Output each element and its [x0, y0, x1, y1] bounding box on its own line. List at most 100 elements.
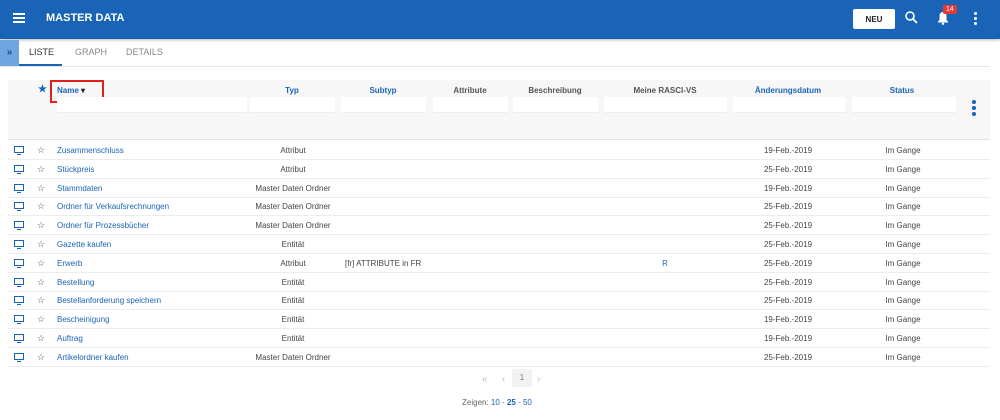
table-row[interactable]: ☆ Ordner für Verkaufsrechnungen Master D… [8, 197, 990, 217]
row-status: Im Gange [885, 202, 921, 212]
beschreibung-filter-input[interactable] [513, 97, 598, 113]
row-name-link[interactable]: Bescheinigung [57, 315, 109, 324]
row-typ: Entität [281, 277, 305, 287]
notification-badge: 14 [943, 5, 957, 14]
row-name-link[interactable]: Gazette kaufen [57, 240, 111, 249]
favorite-star-icon[interactable]: ☆ [37, 295, 45, 306]
column-header-typ[interactable]: Typ [272, 86, 312, 95]
monitor-icon[interactable] [14, 146, 24, 157]
page-1-button[interactable]: 1 [512, 369, 532, 387]
row-typ: Master Daten Ordner [255, 183, 331, 193]
typ-filter-input[interactable] [250, 97, 335, 113]
hamburger-menu-icon[interactable] [13, 13, 25, 23]
monitor-icon[interactable] [14, 315, 24, 326]
column-options-icon[interactable] [972, 100, 976, 118]
monitor-icon[interactable] [14, 221, 24, 232]
new-button[interactable]: NEU [853, 9, 895, 29]
monitor-icon[interactable] [14, 240, 24, 251]
row-name-link[interactable]: Stückpreis [57, 165, 94, 174]
row-name-link[interactable]: Ordner für Verkaufsrechnungen [57, 202, 169, 211]
table-row[interactable]: ☆ Auftrag Entität 19-Feb.-2019 Im Gange [8, 329, 990, 348]
expand-sidebar-button[interactable]: » [0, 40, 19, 66]
row-name-link[interactable]: Bestellung [57, 278, 94, 287]
page-size-10[interactable]: 10 [491, 398, 500, 407]
column-header-subtyp[interactable]: Subtyp [355, 86, 411, 95]
favorite-star-icon[interactable]: ☆ [37, 314, 45, 325]
row-typ: Master Daten Ordner [255, 352, 331, 362]
favorite-star-icon[interactable]: ☆ [37, 277, 45, 288]
row-name-link[interactable]: Zusammenschluss [57, 146, 124, 155]
row-name-link[interactable]: Artikelordner kaufen [57, 353, 129, 362]
favorite-star-icon[interactable]: ☆ [37, 220, 45, 231]
table-row[interactable]: ☆ Gazette kaufen Entität 25-Feb.-2019 Im… [8, 235, 990, 254]
monitor-icon[interactable] [14, 334, 24, 345]
row-name-link[interactable]: Erwerb [57, 259, 82, 268]
row-name-link[interactable]: Bestellanforderung speichern [57, 296, 161, 305]
monitor-icon[interactable] [14, 183, 24, 195]
row-name-link[interactable]: Stammdaten [57, 184, 102, 193]
row-name-link[interactable]: Auftrag [57, 334, 83, 343]
row-date: 25-Feb.-2019 [763, 258, 813, 268]
page-title: MASTER DATA [46, 12, 125, 24]
row-status: Im Gange [885, 183, 921, 193]
table-row[interactable]: ☆ Stückpreis Attribut 25-Feb.-2019 Im Ga… [8, 160, 990, 179]
first-page-button[interactable]: « [482, 374, 488, 385]
favorite-star-icon[interactable]: ☆ [37, 201, 45, 212]
monitor-icon[interactable] [14, 164, 24, 176]
row-status: Im Gange [885, 164, 921, 174]
monitor-icon[interactable] [14, 296, 24, 307]
next-page-button[interactable]: › [537, 374, 540, 385]
table-row[interactable]: ☆ Bestellanforderung speichern Entität 2… [8, 291, 990, 311]
column-header-datum[interactable]: Änderungsdatum [738, 86, 838, 95]
subtyp-filter-input[interactable] [341, 97, 426, 113]
row-typ: Entität [281, 334, 305, 343]
favorite-star-icon[interactable]: ☆ [37, 145, 45, 156]
column-header-status[interactable]: Status [872, 86, 932, 95]
monitor-icon[interactable] [14, 258, 24, 270]
table-row[interactable]: ☆ Artikelordner kaufen Master Daten Ordn… [8, 348, 990, 367]
page-size-50[interactable]: 50 [523, 398, 532, 407]
row-status: Im Gange [885, 315, 921, 325]
favorite-star-icon[interactable]: ☆ [37, 258, 45, 269]
status-filter-input[interactable] [852, 97, 956, 113]
row-typ: Entität [281, 240, 305, 249]
rasci-filter-input[interactable] [604, 97, 727, 113]
column-header-rasci: Meine RASCI-VS [633, 86, 697, 95]
more-options-icon[interactable] [974, 12, 977, 27]
favorite-star-icon[interactable]: ☆ [37, 239, 45, 250]
row-status: Im Gange [885, 277, 921, 287]
monitor-icon[interactable] [14, 352, 24, 364]
row-status: Im Gange [885, 334, 921, 343]
favorite-star-icon[interactable]: ☆ [37, 164, 45, 175]
favorite-star-icon[interactable]: ☆ [37, 183, 45, 194]
table-row[interactable]: ☆ Ordner für Prozessbücher Master Daten … [8, 216, 990, 236]
row-typ: Entität [281, 315, 305, 325]
table-row[interactable]: ☆ Bestellung Entität 25-Feb.-2019 Im Gan… [8, 273, 990, 292]
row-status: Im Gange [885, 221, 921, 231]
row-name-link[interactable]: Ordner für Prozessbücher [57, 221, 149, 230]
row-date: 25-Feb.-2019 [763, 296, 813, 306]
prev-page-button[interactable]: ‹ [502, 374, 505, 385]
tab-details[interactable]: DETAILS [126, 47, 163, 57]
table-row[interactable]: ☆ Erwerb Attribut [fr] ATTRIBUTE in FR R… [8, 254, 990, 273]
row-date: 25-Feb.-2019 [763, 202, 813, 212]
table-row[interactable]: ☆ Zusammenschluss Attribut 19-Feb.-2019 … [8, 141, 990, 160]
favorite-star-icon[interactable]: ☆ [37, 333, 45, 344]
tab-liste[interactable]: LISTE [29, 47, 54, 57]
favorite-star-icon[interactable]: ☆ [37, 352, 45, 363]
row-typ: Attribut [280, 258, 306, 268]
tab-graph[interactable]: GRAPH [75, 47, 107, 57]
attribute-filter-input[interactable] [433, 97, 508, 113]
table-row[interactable]: ☆ Stammdaten Master Daten Ordner 19-Feb.… [8, 179, 990, 198]
divider [0, 66, 990, 67]
favorite-star-header-icon[interactable]: ★ [38, 84, 47, 95]
page-size-25[interactable]: 25 [507, 398, 516, 407]
monitor-icon[interactable] [14, 202, 24, 213]
search-icon[interactable] [905, 11, 918, 24]
monitor-icon[interactable] [14, 277, 24, 289]
table-row[interactable]: ☆ Bescheinigung Entität 19-Feb.-2019 Im … [8, 310, 990, 330]
datum-filter-input[interactable] [733, 97, 845, 113]
row-date: 19-Feb.-2019 [763, 183, 813, 193]
name-filter-input[interactable] [57, 97, 247, 113]
row-subtyp: [fr] ATTRIBUTE in FR [345, 258, 422, 268]
